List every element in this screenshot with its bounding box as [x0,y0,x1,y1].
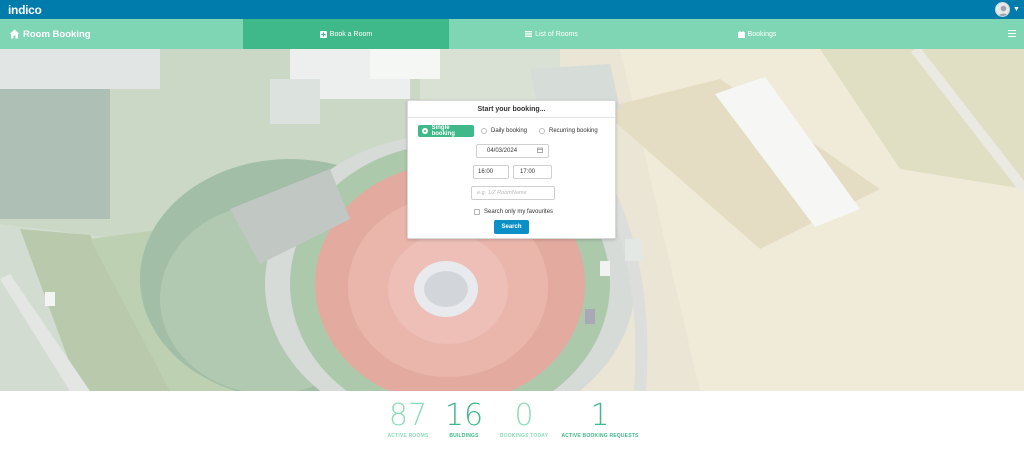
stat-buildings: 16 BUILDINGS [441,398,487,440]
plus-square-icon [319,30,327,38]
date-value: 04/03/2024 [487,148,518,154]
tab-book-a-room[interactable]: Book a Room [243,19,449,49]
logo-text: indico [8,2,42,17]
radio-dot-icon [539,128,545,134]
panel-title: Start your booking... [477,106,546,113]
room-booking-nav: Room Booking Book a Room List of Rooms B… [0,19,1024,49]
favourites-label: Search only my favourites [484,208,554,215]
single-booking-radio[interactable]: Single booking [418,125,474,137]
stat-label: BUILDINGS [449,433,479,439]
stat-value: 1 [590,398,610,433]
recurring-booking-radio[interactable]: Recurring booking [539,125,598,137]
start-time-field[interactable]: 16:00 [473,165,509,179]
indico-logo[interactable]: indico [8,2,42,17]
stat-label: ACTIVE BOOKING REQUESTS [561,433,639,439]
radio-label: Daily booking [491,128,528,134]
booking-panel: Start your booking... Single booking Dai… [407,100,616,239]
stat-bookings-today: 0 BOOKINGS TODAY [495,398,553,440]
chevron-down-icon[interactable]: ▼ [1013,6,1020,13]
hamburger-icon[interactable] [1008,30,1016,37]
room-booking-brand[interactable]: Room Booking [9,19,91,49]
radio-label: Recurring booking [549,128,598,134]
tab-label: List of Rooms [535,30,578,38]
end-time-value: 17:00 [520,169,536,175]
stat-value: 16 [444,398,484,433]
list-icon [525,31,533,37]
divider [408,117,615,118]
tab-label: Book a Room [329,30,373,38]
calendar-icon [737,30,745,38]
search-button[interactable]: Search [494,220,529,234]
date-field[interactable]: 04/03/2024 [476,144,549,158]
room-search-input[interactable]: e.g. 1/Z RoomName [471,186,555,200]
favourites-row[interactable]: Search only my favourites [474,207,553,216]
stat-active-booking-requests: 1 ACTIVE BOOKING REQUESTS [560,398,640,440]
user-avatar-icon[interactable] [995,2,1010,17]
calendar-icon[interactable] [537,147,543,155]
home-icon [9,29,20,39]
brand-label: Room Booking [23,28,91,40]
radio-dot-icon [422,128,428,134]
favourites-checkbox[interactable] [474,208,480,215]
stat-label: ACTIVE ROOMS [387,433,429,439]
stat-value: 0 [514,398,534,433]
radio-dot-icon [481,128,487,134]
top-bar: indico ▼ [0,0,1024,19]
stat-value: 87 [388,398,428,433]
end-time-field[interactable]: 17:00 [513,165,552,179]
stat-label: BOOKINGS TODAY [499,433,549,439]
radio-label: Single booking [431,125,455,137]
stat-active-rooms: 87 ACTIVE ROOMS [385,398,431,440]
tab-list-of-rooms[interactable]: List of Rooms [449,19,654,49]
tab-bookings[interactable]: Bookings [654,19,860,49]
room-search-placeholder: e.g. 1/Z RoomName [477,190,527,196]
tab-label: Bookings [747,30,777,38]
start-time-value: 16:00 [478,169,494,175]
daily-booking-radio[interactable]: Daily booking [481,125,527,137]
